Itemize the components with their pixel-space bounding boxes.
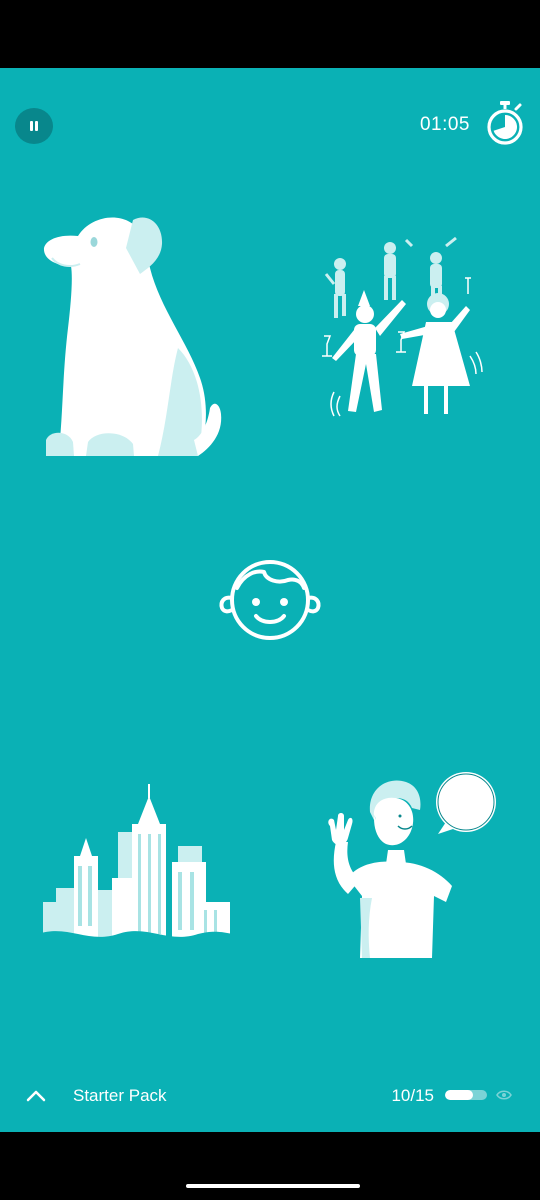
chevron-up-icon[interactable] bbox=[24, 1084, 48, 1108]
status-bar bbox=[0, 0, 540, 68]
progress-fill bbox=[445, 1090, 473, 1100]
party-illustration[interactable] bbox=[320, 236, 490, 431]
city-illustration[interactable] bbox=[38, 784, 233, 946]
pack-name[interactable]: Starter Pack bbox=[73, 1086, 167, 1106]
eye-icon[interactable] bbox=[496, 1088, 512, 1102]
dog-illustration[interactable] bbox=[38, 208, 233, 458]
bottom-bar: Starter Pack 10/15 bbox=[0, 1068, 540, 1132]
timer-text: 01:05 bbox=[419, 114, 470, 135]
navigation-area bbox=[0, 1132, 540, 1200]
progress-count: 10/15 bbox=[391, 1086, 434, 1105]
face-icon bbox=[219, 560, 321, 640]
waving-man-illustration[interactable] bbox=[308, 768, 503, 964]
progress-bar bbox=[445, 1090, 487, 1100]
game-screen: 01:05 Starter Pack 10/15 bbox=[0, 68, 540, 1132]
home-indicator[interactable] bbox=[186, 1184, 360, 1188]
pause-button[interactable] bbox=[15, 108, 53, 144]
pause-icon bbox=[30, 121, 38, 131]
stopwatch-icon bbox=[487, 101, 523, 145]
